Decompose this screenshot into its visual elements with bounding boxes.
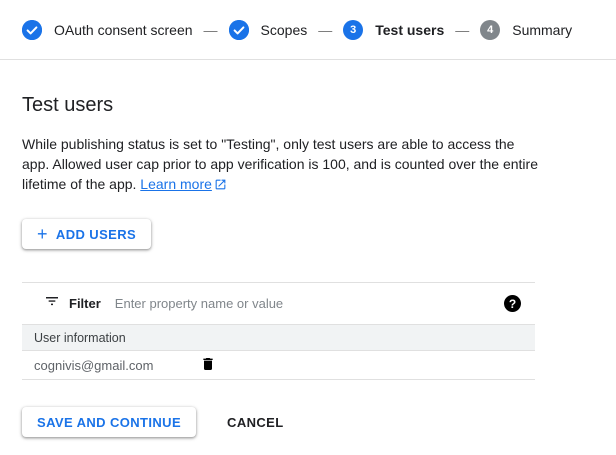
add-users-label: ADD USERS <box>56 227 136 242</box>
cancel-button[interactable]: CANCEL <box>227 415 284 430</box>
page-title: Test users <box>22 94 616 117</box>
table-header-row: User information <box>22 324 535 351</box>
step-label: Scopes <box>261 22 308 38</box>
step-summary[interactable]: 4 Summary <box>480 20 572 40</box>
wizard-stepper: OAuth consent screen — Scopes — 3 Test u… <box>0 0 616 60</box>
learn-more-label: Learn more <box>140 176 212 192</box>
step-label: Summary <box>512 22 572 38</box>
step-complete-check-icon <box>22 20 42 40</box>
description-text: While publishing status is set to "Testi… <box>22 134 538 196</box>
table-row: cognivis@gmail.com <box>22 351 535 380</box>
filter-row: Filter ? <box>22 282 535 324</box>
filter-icon <box>44 293 60 314</box>
filter-label: Filter <box>69 296 101 311</box>
add-users-button[interactable]: + ADD USERS <box>22 219 151 249</box>
trash-icon <box>200 356 216 375</box>
test-users-table: Filter ? User information cognivis@gmail… <box>22 282 535 380</box>
help-icon[interactable]: ? <box>504 295 521 312</box>
step-test-users[interactable]: 3 Test users <box>343 20 444 40</box>
learn-more-link[interactable]: Learn more <box>140 176 227 192</box>
step-label: OAuth consent screen <box>54 22 193 38</box>
step-label: Test users <box>375 22 444 38</box>
step-separator: — <box>318 22 332 38</box>
description-body: While publishing status is set to "Testi… <box>22 136 538 192</box>
step-number-icon: 3 <box>343 20 363 40</box>
filter-input[interactable] <box>115 296 504 311</box>
main-content: Test users While publishing status is se… <box>0 94 616 249</box>
step-separator: — <box>455 22 469 38</box>
step-number-icon: 4 <box>480 20 500 40</box>
save-and-continue-label: SAVE AND CONTINUE <box>37 415 181 430</box>
step-separator: — <box>204 22 218 38</box>
external-link-icon <box>214 176 227 196</box>
step-oauth-consent-screen[interactable]: OAuth consent screen <box>22 20 193 40</box>
test-user-email: cognivis@gmail.com <box>34 358 200 373</box>
delete-user-button[interactable] <box>200 356 216 375</box>
save-and-continue-button[interactable]: SAVE AND CONTINUE <box>22 407 196 437</box>
column-header-user-information: User information <box>34 331 126 345</box>
plus-icon: + <box>37 225 48 243</box>
step-scopes[interactable]: Scopes <box>229 20 308 40</box>
cancel-label: CANCEL <box>227 415 284 430</box>
step-complete-check-icon <box>229 20 249 40</box>
footer-actions: SAVE AND CONTINUE CANCEL <box>0 407 616 437</box>
